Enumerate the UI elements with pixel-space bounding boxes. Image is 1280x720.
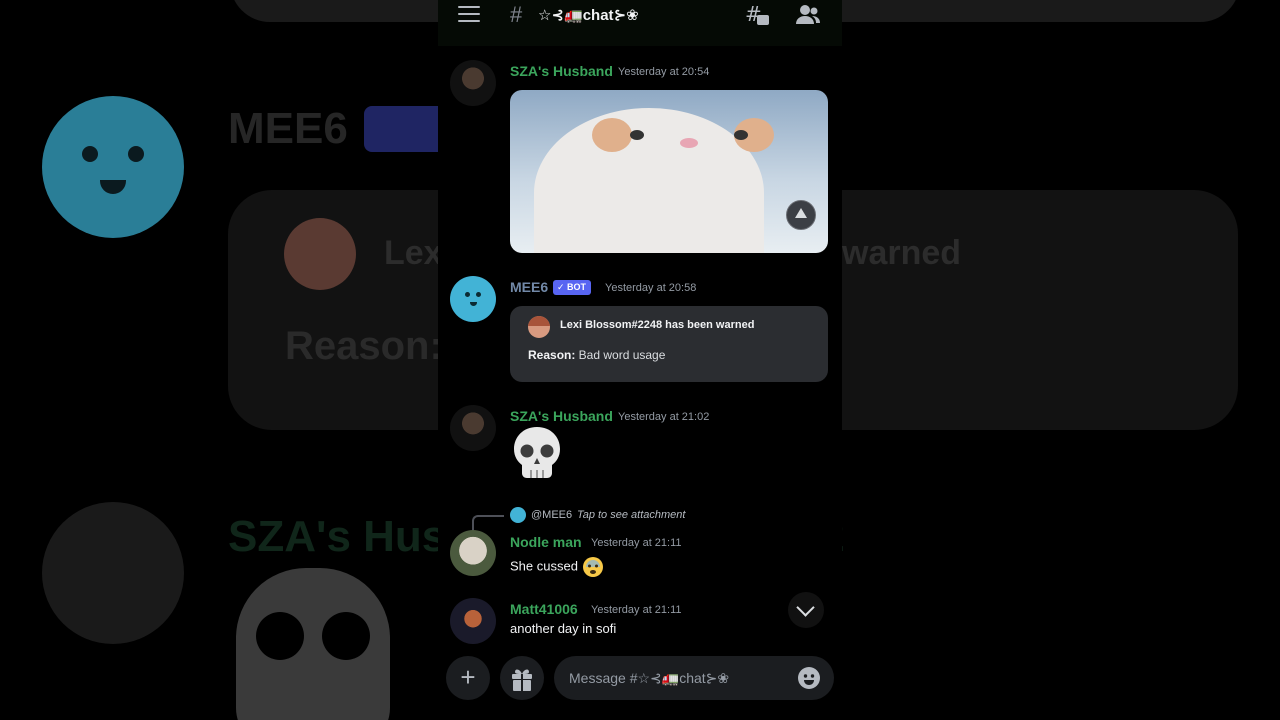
bg-mee6-name: MEE6 xyxy=(228,104,348,153)
avatar[interactable] xyxy=(450,530,496,576)
plus-icon[interactable]: + xyxy=(446,656,490,700)
skull-emoji xyxy=(514,427,560,478)
avatar[interactable] xyxy=(450,276,496,322)
timestamp: Yesterday at 21:02 xyxy=(618,411,710,423)
embed-reason-value: Bad word usage xyxy=(575,348,666,362)
bg-embed-avatar xyxy=(284,218,356,290)
username[interactable]: Matt41006 xyxy=(510,601,578,617)
timestamp: Yesterday at 21:11 xyxy=(591,604,682,616)
channel-title[interactable]: ☆⊰🚛chat⊱❀ xyxy=(538,6,639,24)
gift-icon[interactable] xyxy=(500,656,544,700)
reply-connector xyxy=(472,515,504,531)
message-text: She cussed xyxy=(510,556,604,578)
hash-icon: # xyxy=(510,2,523,27)
reply-avatar xyxy=(510,507,526,523)
embed-author: Lexi Blossom#2248 has been warned xyxy=(560,319,755,331)
message-input[interactable] xyxy=(554,656,789,700)
message-text-content: She cussed xyxy=(510,558,578,574)
username[interactable]: SZA's Husband xyxy=(510,63,613,79)
warning-embed: Lexi Blossom#2248 has been warned Reason… xyxy=(510,306,828,382)
reply-mention[interactable]: @MEE6 xyxy=(531,509,572,521)
avatar[interactable] xyxy=(450,405,496,451)
embed-reason: Reason: Bad word usage xyxy=(528,348,665,362)
threads-icon[interactable]: # xyxy=(744,2,770,28)
timestamp: Yesterday at 20:54 xyxy=(618,66,710,78)
bg-embed-text-left: Lex xyxy=(384,234,443,272)
avatar[interactable] xyxy=(450,598,496,644)
username[interactable]: SZA's Husband xyxy=(510,408,613,424)
download-icon[interactable] xyxy=(786,200,816,230)
bg-sza-name: SZA's Hus xyxy=(228,512,447,561)
bg-reason-label: Reason: xyxy=(285,324,443,368)
bg-embed-text-right: warned xyxy=(842,234,962,272)
message-text: another day in sofi xyxy=(510,621,617,636)
reply-preview[interactable]: Tap to see attachment xyxy=(577,509,685,521)
timestamp: Yesterday at 20:58 xyxy=(605,282,697,294)
bot-badge-label: BOT xyxy=(567,282,587,292)
embed-author-avatar xyxy=(528,316,550,338)
menu-icon[interactable] xyxy=(458,6,480,22)
embed-reason-label: Reason: xyxy=(528,348,576,362)
image-attachment[interactable] xyxy=(510,90,828,253)
username[interactable]: Nodle man xyxy=(510,534,582,550)
username[interactable]: MEE6 xyxy=(510,279,548,295)
timestamp: Yesterday at 21:11 xyxy=(591,537,682,549)
discord-app: # ☆⊰🚛chat⊱❀ # SZA's Husband Yesterday at… xyxy=(438,0,842,720)
bot-badge: ✓ BOT xyxy=(553,280,592,295)
bg-mee6-avatar xyxy=(42,96,184,238)
worried-emoji xyxy=(582,557,603,577)
avatar[interactable] xyxy=(450,60,496,106)
bg-skull xyxy=(236,568,390,720)
message-composer xyxy=(554,656,834,700)
bg-sza-avatar xyxy=(42,502,184,644)
members-icon[interactable] xyxy=(795,3,821,27)
cat-image xyxy=(534,108,774,253)
emoji-icon[interactable] xyxy=(797,666,821,690)
channel-header: # ☆⊰🚛chat⊱❀ # xyxy=(438,0,842,46)
chevron-down-icon[interactable] xyxy=(788,592,824,628)
